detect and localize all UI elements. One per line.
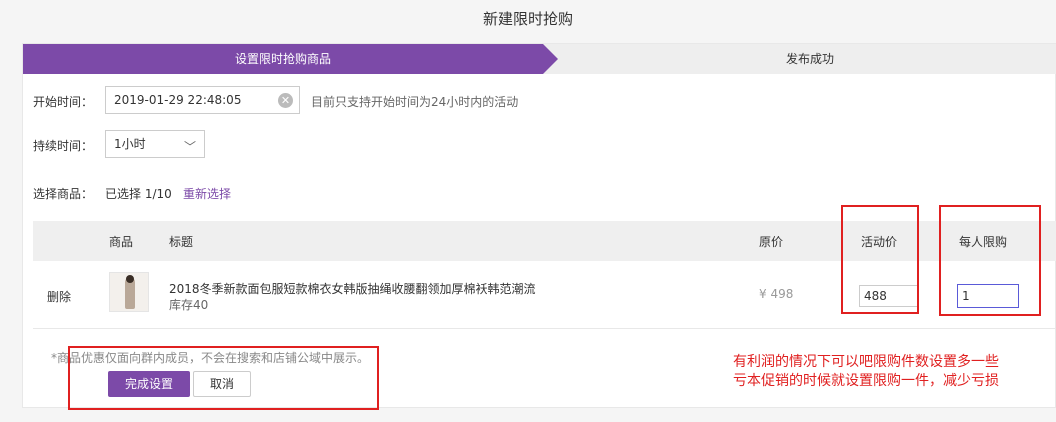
- header-goods: 商品: [109, 235, 134, 249]
- product-thumbnail: [109, 272, 149, 312]
- product-orig-price: ¥ 498: [759, 287, 794, 301]
- delete-link[interactable]: 删除: [47, 288, 71, 305]
- clear-icon[interactable]: ✕: [278, 93, 293, 108]
- step-publish-success: 发布成功: [785, 52, 834, 66]
- start-time-input[interactable]: 2019-01-29 22:48:05 ✕: [105, 86, 300, 114]
- highlight-box-price: [841, 205, 919, 314]
- selected-count: 已选择 1/10: [105, 187, 172, 201]
- product-title: 2018冬季新款面包服短款棉衣女韩版抽绳收腰翻领加厚棉袄韩范潮流: [169, 282, 536, 296]
- product-stock: 库存40: [169, 298, 209, 312]
- reselect-link[interactable]: 重新选择: [183, 185, 231, 202]
- start-time-label: 开始时间：: [33, 95, 94, 109]
- header-orig-price: 原价: [759, 235, 784, 249]
- page-title: 新建限时抢购: [482, 10, 573, 28]
- product-figure-head: [126, 275, 134, 283]
- start-time-hint: 目前只支持开始时间为24小时内的活动: [311, 95, 519, 109]
- highlight-box-buttons: [68, 346, 379, 410]
- step-set-goods: 设置限时抢购商品: [23, 44, 543, 74]
- chevron-down-icon: ﹀: [183, 140, 196, 154]
- goods-label: 选择商品：: [33, 187, 94, 201]
- step-arrow: [543, 44, 558, 74]
- duration-select[interactable]: 1小时 ﹀: [105, 130, 205, 158]
- highlight-box-limit: [939, 205, 1041, 316]
- step-bar: 设置限时抢购商品 发布成功: [23, 44, 1056, 74]
- start-time-value: 2019-01-29 22:48:05: [114, 93, 242, 107]
- duration-label: 持续时间：: [33, 139, 94, 153]
- header-title: 标题: [169, 235, 194, 249]
- annotation-line-1: 有利润的情况下可以吧限购件数设置多一些: [733, 354, 999, 370]
- annotation-line-2: 亏本促销的时候就设置限购一件，减少亏损: [733, 373, 999, 389]
- annotation-text: 有利润的情况下可以吧限购件数设置多一些 亏本促销的时候就设置限购一件，减少亏损: [733, 353, 1043, 391]
- duration-value: 1小时: [114, 137, 146, 151]
